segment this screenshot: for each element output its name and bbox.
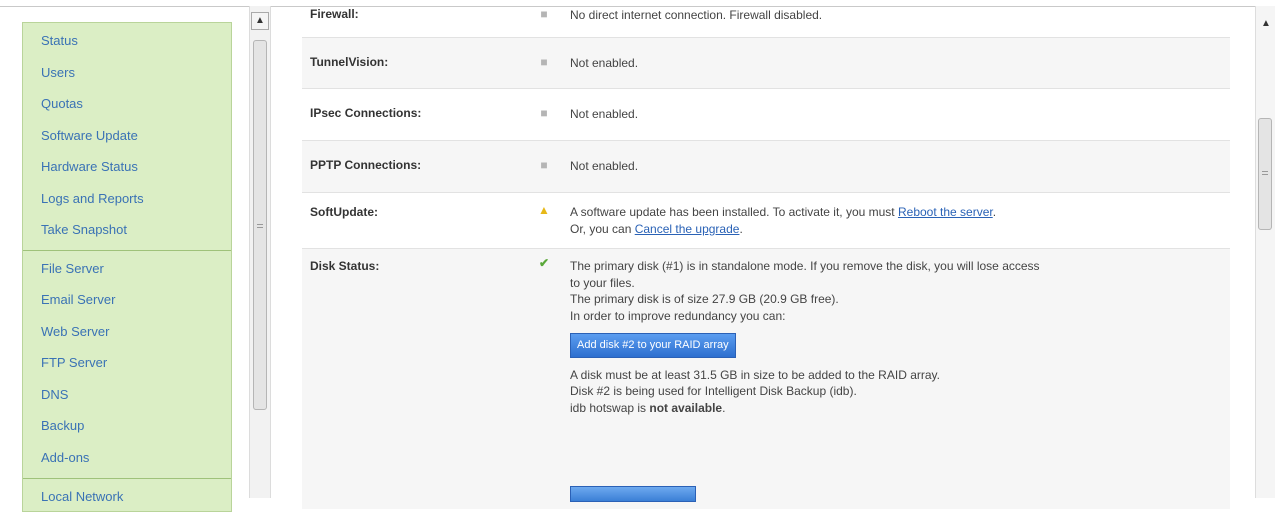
row-label: PPTP Connections: — [310, 158, 422, 172]
next-action-button[interactable] — [570, 486, 696, 502]
status-table: Firewall: ■ No direct internet connectio… — [302, 0, 1230, 509]
chevron-up-icon: ▲ — [255, 15, 265, 26]
row-label: IPsec Connections: — [310, 106, 422, 120]
disk-line: The primary disk (#1) is in standalone m… — [570, 259, 1040, 273]
scroll-up-button[interactable]: ▲ — [1257, 16, 1275, 34]
sidebar-item-hardware-status[interactable]: Hardware Status — [23, 151, 231, 183]
sidebar-item-users[interactable]: Users — [23, 57, 231, 89]
disk-line: The primary disk is of size 27.9 GB (20.… — [570, 292, 839, 306]
sidebar-item-file-server[interactable]: File Server — [23, 253, 231, 285]
reboot-server-link[interactable]: Reboot the server — [898, 205, 993, 219]
scroll-up-button[interactable]: ▲ — [251, 12, 269, 30]
sidebar-nav: Status Users Quotas Software Update Hard… — [22, 22, 232, 512]
sidebar-item-local-network[interactable]: Local Network — [23, 481, 231, 513]
row-disk-status: Disk Status: ✔ The primary disk (#1) is … — [302, 249, 1230, 509]
hotswap-text: idb hotswap is — [570, 400, 650, 415]
disk-line: Disk #2 is being used for Intelligent Di… — [570, 384, 857, 398]
page-scrollbar[interactable]: ▲ — [1255, 6, 1275, 498]
sidebar-item-ftp-server[interactable]: FTP Server — [23, 347, 231, 379]
sidebar-scrollbar[interactable]: ▲ — [249, 6, 271, 498]
sidebar-item-email-server[interactable]: Email Server — [23, 284, 231, 316]
row-softupdate: SoftUpdate: ▲ A software update has been… — [302, 193, 1230, 249]
row-firewall: Firewall: ■ No direct internet connectio… — [302, 0, 1230, 38]
softupdate-line-1: A software update has been installed. To… — [570, 204, 1220, 221]
scrollbar-thumb[interactable] — [1258, 118, 1272, 230]
punctuation: . — [992, 205, 997, 219]
scrollbar-thumb[interactable] — [253, 40, 267, 410]
sidebar-item-take-snapshot[interactable]: Take Snapshot — [23, 214, 231, 246]
cancel-upgrade-link[interactable]: Cancel the upgrade — [635, 222, 740, 236]
add-disk-raid-button[interactable]: Add disk #2 to your RAID array — [570, 333, 736, 358]
sidebar-item-web-server[interactable]: Web Server — [23, 316, 231, 348]
disk-line: to your files. — [570, 275, 635, 290]
row-value: Not enabled. — [570, 56, 639, 70]
softupdate-text: A software update has been installed. To… — [570, 205, 898, 219]
warning-icon: ▲ — [538, 203, 550, 217]
row-label: TunnelVision: — [310, 55, 389, 69]
row-pptp: PPTP Connections: ■ Not enabled. — [302, 141, 1230, 193]
bullet-icon: ■ — [540, 7, 548, 21]
row-label: SoftUpdate: — [310, 205, 378, 219]
nav-group-system: Status Users Quotas Software Update Hard… — [23, 23, 231, 251]
sidebar-item-add-ons[interactable]: Add-ons — [23, 442, 231, 474]
sidebar-item-logs-and-reports[interactable]: Logs and Reports — [23, 183, 231, 215]
punctuation: . — [739, 221, 743, 236]
bullet-icon: ■ — [540, 106, 548, 120]
disk-line: In order to improve redundancy you can: — [570, 308, 786, 323]
row-tunnelvision: TunnelVision: ■ Not enabled. — [302, 38, 1230, 89]
punctuation: . — [722, 400, 726, 415]
row-value: No direct internet connection. Firewall … — [570, 8, 823, 22]
nav-group-services: File Server Email Server Web Server FTP … — [23, 251, 231, 479]
row-value: Not enabled. — [570, 107, 639, 121]
bullet-icon: ■ — [540, 55, 548, 69]
chevron-up-icon: ▲ — [1261, 18, 1271, 29]
check-icon: ✔ — [538, 256, 550, 270]
grip-icon — [1262, 171, 1268, 175]
sidebar-item-dns[interactable]: DNS — [23, 379, 231, 411]
disk-line: idb hotswap is not available. — [570, 400, 1220, 417]
softupdate-line-2: Or, you can Cancel the upgrade. — [570, 221, 1220, 238]
bullet-icon: ■ — [540, 158, 548, 172]
row-value: Not enabled. — [570, 159, 639, 173]
nav-group-network: Local Network — [23, 479, 231, 516]
grip-icon — [257, 224, 263, 228]
sidebar-item-quotas[interactable]: Quotas — [23, 88, 231, 120]
row-label: Disk Status: — [310, 259, 380, 273]
hotswap-status: not available — [649, 400, 723, 415]
sidebar-item-software-update[interactable]: Software Update — [23, 120, 231, 152]
sidebar-item-backup[interactable]: Backup — [23, 410, 231, 442]
sidebar-item-status[interactable]: Status — [23, 25, 231, 57]
softupdate-text: Or, you can — [570, 221, 635, 236]
row-label: Firewall: — [310, 7, 359, 21]
row-ipsec: IPsec Connections: ■ Not enabled. — [302, 89, 1230, 141]
row-value: A software update has been installed. To… — [570, 204, 1220, 237]
disk-line: A disk must be at least 31.5 GB in size … — [570, 367, 940, 382]
row-value: The primary disk (#1) is in standalone m… — [570, 258, 1220, 416]
